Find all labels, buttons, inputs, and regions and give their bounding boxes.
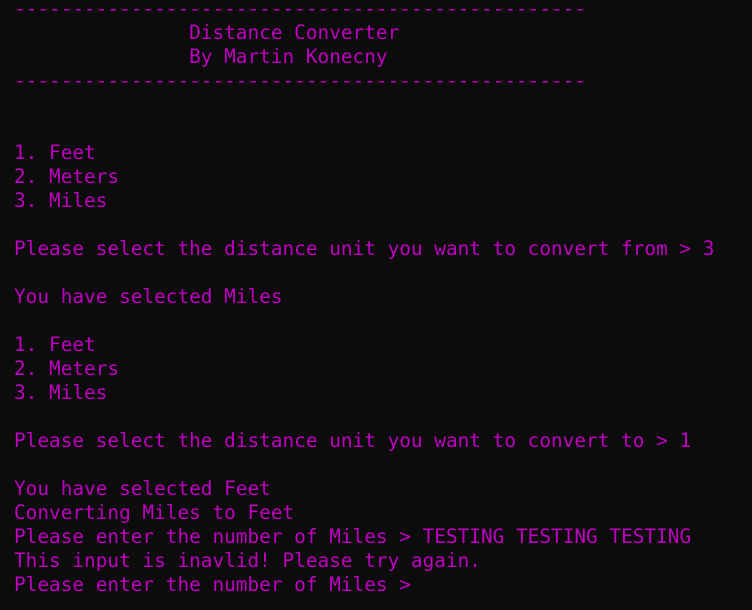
- error-message: This input is inavlid! Please try again.: [14, 549, 481, 572]
- menu-to-item-meters: 2. Meters: [14, 357, 120, 380]
- selected-to-message: You have selected Feet: [14, 477, 271, 500]
- prompt-convert-to-input: 1: [679, 429, 692, 452]
- banner-divider-top: ----------------------------------------…: [14, 0, 587, 20]
- banner-author: By Martin Konecny: [14, 45, 388, 68]
- prompt-convert-to-text: Please select the distance unit you want…: [14, 429, 680, 452]
- prompt-number-first-input: TESTING TESTING TESTING: [422, 525, 692, 548]
- prompt-convert-from-input: 3: [702, 237, 715, 260]
- menu-to-item-feet: 1. Feet: [14, 333, 96, 356]
- converting-message: Converting Miles to Feet: [14, 501, 295, 524]
- banner-divider-bottom: ----------------------------------------…: [14, 69, 587, 92]
- prompt-number-current-text: Please enter the number of Miles >: [14, 573, 423, 596]
- menu-to-item-miles: 3. Miles: [14, 381, 108, 404]
- prompt-number-first-text: Please enter the number of Miles >: [14, 525, 423, 548]
- menu-from-item-feet: 1. Feet: [14, 141, 96, 164]
- prompt-number-first: Please enter the number of Miles > TESTI…: [14, 525, 691, 549]
- menu-from-item-miles: 3. Miles: [14, 189, 108, 212]
- console-window[interactable]: ----------------------------------------…: [0, 0, 752, 610]
- prompt-convert-from-text: Please select the distance unit you want…: [14, 237, 703, 260]
- prompt-convert-to: Please select the distance unit you want…: [14, 429, 691, 453]
- menu-from-item-meters: 2. Meters: [14, 165, 120, 188]
- selected-from-message: You have selected Miles: [14, 285, 283, 308]
- prompt-convert-from: Please select the distance unit you want…: [14, 237, 714, 261]
- banner-title: Distance Converter: [14, 21, 400, 44]
- prompt-number-current: Please enter the number of Miles >: [14, 573, 423, 597]
